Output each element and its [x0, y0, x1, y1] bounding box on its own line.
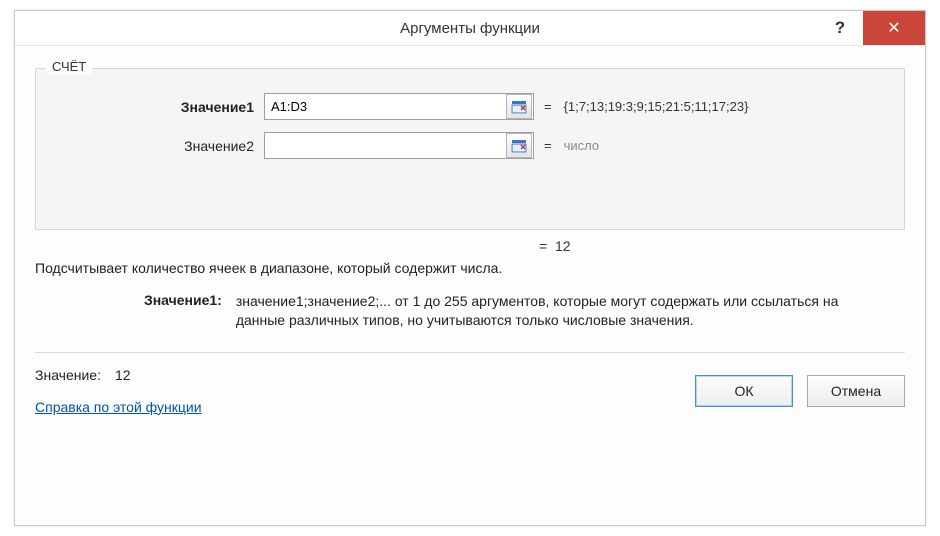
ok-button[interactable]: ОК — [695, 375, 793, 407]
argument-input[interactable] — [265, 99, 505, 114]
argument-row: Значение1 = — [54, 93, 886, 120]
dialog-footer: Значение: 12 Справка по этой функции ОК … — [35, 367, 905, 415]
argument-help-text: значение1;значение2;... от 1 до 255 аргу… — [236, 292, 865, 330]
argument-label: Значение1 — [54, 99, 254, 115]
argument-input[interactable] — [265, 138, 505, 153]
collapse-dialog-icon[interactable] — [506, 94, 532, 119]
help-button[interactable]: ? — [817, 11, 863, 45]
argument-input-wrap — [264, 132, 534, 159]
argument-input-wrap — [264, 93, 534, 120]
collapse-dialog-icon[interactable] — [506, 133, 532, 158]
formula-result-value: 12 — [115, 367, 131, 383]
arguments-group: СЧЁТ Значение1 — [35, 68, 905, 230]
cancel-button[interactable]: Отмена — [807, 375, 905, 407]
divider — [35, 352, 905, 353]
function-arguments-dialog: Аргументы функции ? ✕ СЧЁТ Значение1 — [14, 10, 926, 526]
dialog-title: Аргументы функции — [400, 11, 540, 45]
close-button[interactable]: ✕ — [863, 11, 925, 45]
argument-evaluated: = {1;7;13;19:3;9;15;21:5;11;17;23} — [544, 99, 748, 114]
function-description: Подсчитывает количество ячеек в диапазон… — [35, 260, 905, 276]
function-help-link[interactable]: Справка по этой функции — [35, 399, 695, 415]
argument-evaluated-value: {1;7;13;19:3;9;15;21:5;11;17;23} — [564, 99, 749, 114]
argument-label: Значение2 — [54, 138, 254, 154]
formula-result-inline: = 12 — [539, 238, 905, 254]
argument-evaluated: = число — [544, 138, 599, 153]
formula-result-label: Значение: — [35, 367, 101, 383]
function-name: СЧЁТ — [46, 59, 92, 74]
formula-result: Значение: 12 — [35, 367, 695, 383]
argument-help-label: Значение1: — [35, 292, 222, 330]
titlebar: Аргументы функции ? ✕ — [15, 11, 925, 46]
argument-row: Значение2 = — [54, 132, 886, 159]
argument-evaluated-placeholder: число — [564, 138, 600, 153]
argument-help: Значение1: значение1;значение2;... от 1 … — [35, 292, 905, 330]
